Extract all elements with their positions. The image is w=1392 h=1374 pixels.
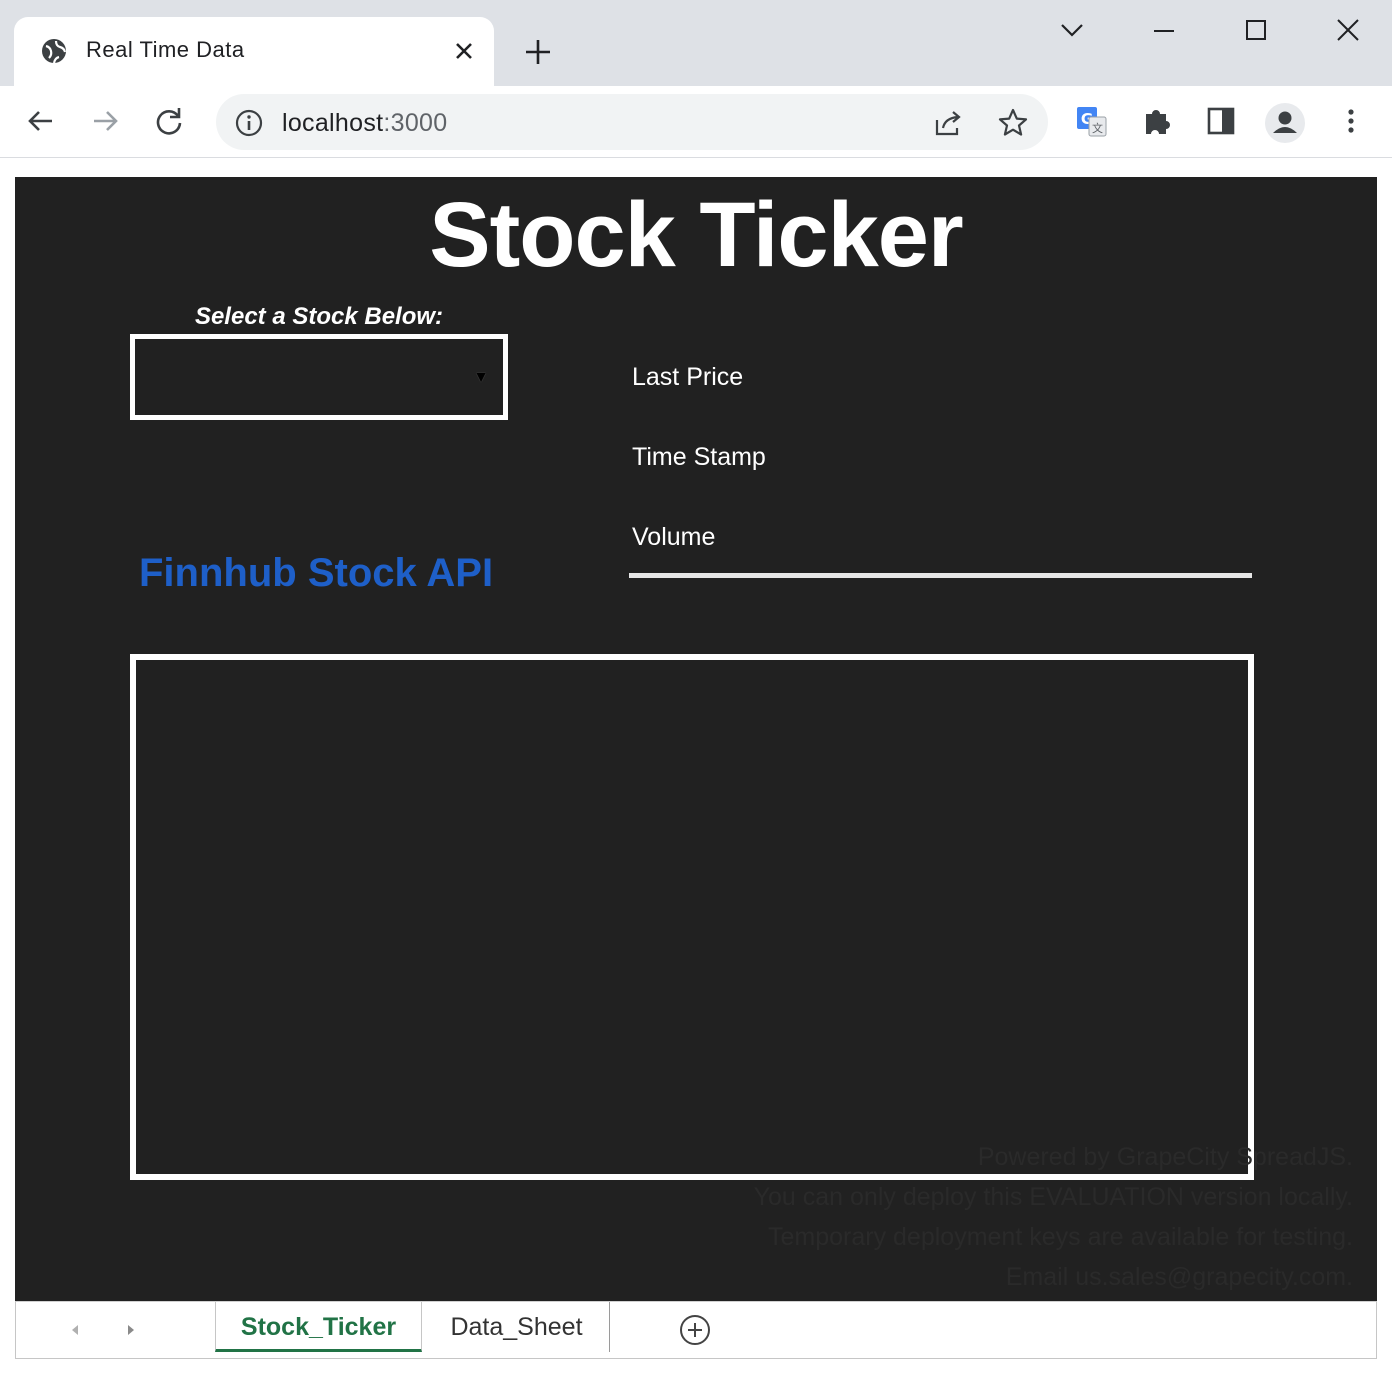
tab-stock-ticker[interactable]: Stock_Ticker xyxy=(215,1302,422,1352)
puzzle-icon[interactable] xyxy=(1140,104,1174,138)
share-icon[interactable] xyxy=(932,106,966,140)
dropdown-arrow-icon[interactable]: ▼ xyxy=(473,369,489,387)
page-title: Stock Ticker xyxy=(429,184,964,286)
add-sheet-icon[interactable] xyxy=(678,1313,712,1347)
plus-icon[interactable] xyxy=(522,36,554,68)
select-stock-label: Select a Stock Below: xyxy=(194,303,444,330)
last-price-label: Last Price xyxy=(632,363,744,391)
browser-title-bar: Real Time Data xyxy=(0,0,1392,86)
watermark-line: Email us.sales@grapecity.com. xyxy=(1005,1263,1353,1291)
volume-divider xyxy=(629,573,1252,578)
maximize-icon[interactable] xyxy=(1240,14,1272,46)
forward-arrow-icon[interactable] xyxy=(88,104,122,138)
stock-select-dropdown[interactable]: ▼ xyxy=(130,334,508,420)
more-vert-icon[interactable] xyxy=(1334,104,1368,138)
tab-title: Real Time Data xyxy=(86,37,245,62)
evaluation-watermark: Powered by GrapeCity SpreadJS. You can o… xyxy=(754,1137,1353,1297)
spreadsheet-canvas[interactable]: Stock Ticker Select a Stock Below: ▼ Fin… xyxy=(15,177,1377,1301)
close-icon[interactable] xyxy=(450,37,478,65)
profile-icon[interactable] xyxy=(1264,102,1306,144)
watermark-line: Temporary deployment keys are available … xyxy=(767,1223,1353,1251)
info-icon[interactable] xyxy=(234,108,264,138)
tab-data-sheet[interactable]: Data_Sheet xyxy=(424,1302,610,1352)
watermark-line: Powered by GrapeCity SpreadJS. xyxy=(977,1143,1353,1171)
minimize-icon[interactable] xyxy=(1148,14,1180,46)
volume-label: Volume xyxy=(632,523,716,551)
next-sheet-icon[interactable] xyxy=(124,1322,138,1338)
address-bar[interactable]: localhost:3000 xyxy=(216,94,1048,150)
back-arrow-icon[interactable] xyxy=(24,104,58,138)
svg-text:文: 文 xyxy=(1092,121,1103,135)
url-port: :3000 xyxy=(383,109,448,137)
globe-icon xyxy=(42,39,67,64)
chart-area[interactable] xyxy=(130,654,1254,1180)
sheet-tab-strip: Stock_Ticker Data_Sheet xyxy=(15,1301,1377,1359)
side-panel-icon[interactable] xyxy=(1204,104,1238,138)
browser-tab[interactable]: Real Time Data xyxy=(14,17,494,86)
browser-toolbar: localhost:3000 G 文 xyxy=(0,86,1392,158)
url-text[interactable]: localhost:3000 xyxy=(282,109,447,138)
prev-sheet-icon[interactable] xyxy=(68,1322,82,1338)
api-label: Finnhub Stock API xyxy=(139,551,494,595)
translate-icon[interactable]: G 文 xyxy=(1074,104,1108,138)
watermark-line: You can only deploy this EVALUATION vers… xyxy=(753,1183,1353,1211)
star-icon[interactable] xyxy=(996,106,1030,140)
reload-icon[interactable] xyxy=(152,104,186,138)
time-stamp-label: Time Stamp xyxy=(632,443,766,471)
chevron-down-icon[interactable] xyxy=(1056,14,1088,46)
window-close-icon[interactable] xyxy=(1332,14,1364,46)
url-host: localhost xyxy=(282,109,384,137)
